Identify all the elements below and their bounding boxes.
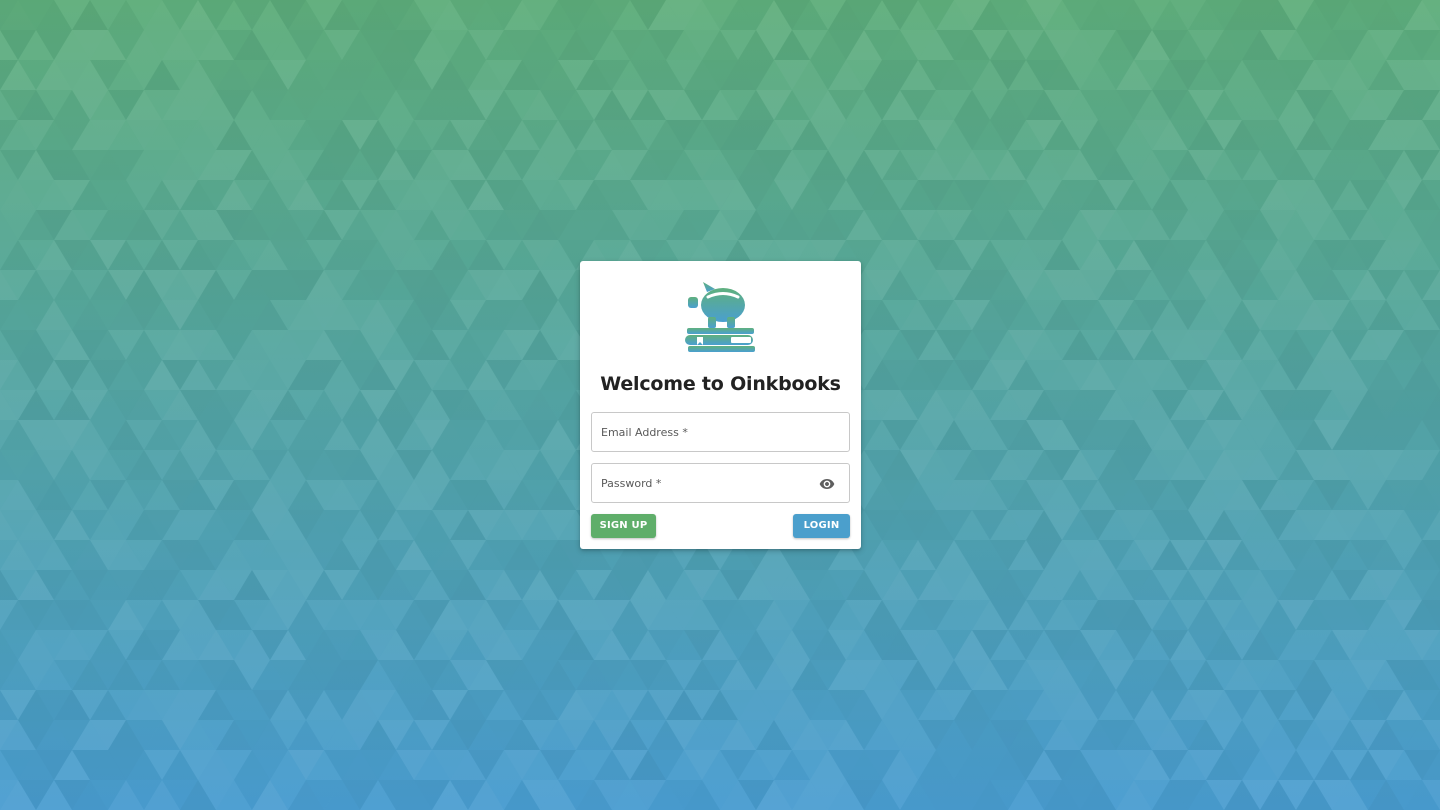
- eye-icon[interactable]: [819, 476, 835, 492]
- piggy-bank-on-books-icon: [685, 281, 757, 353]
- password-field[interactable]: [591, 463, 850, 503]
- login-card: Welcome to Oinkbooks SIGN UP LOGIN: [580, 261, 861, 549]
- welcome-title: Welcome to Oinkbooks: [600, 373, 841, 395]
- email-input[interactable]: [592, 413, 849, 451]
- login-button[interactable]: LOGIN: [793, 514, 850, 538]
- password-input[interactable]: [592, 464, 849, 502]
- email-field[interactable]: [591, 412, 850, 452]
- sign-up-button[interactable]: SIGN UP: [591, 514, 656, 538]
